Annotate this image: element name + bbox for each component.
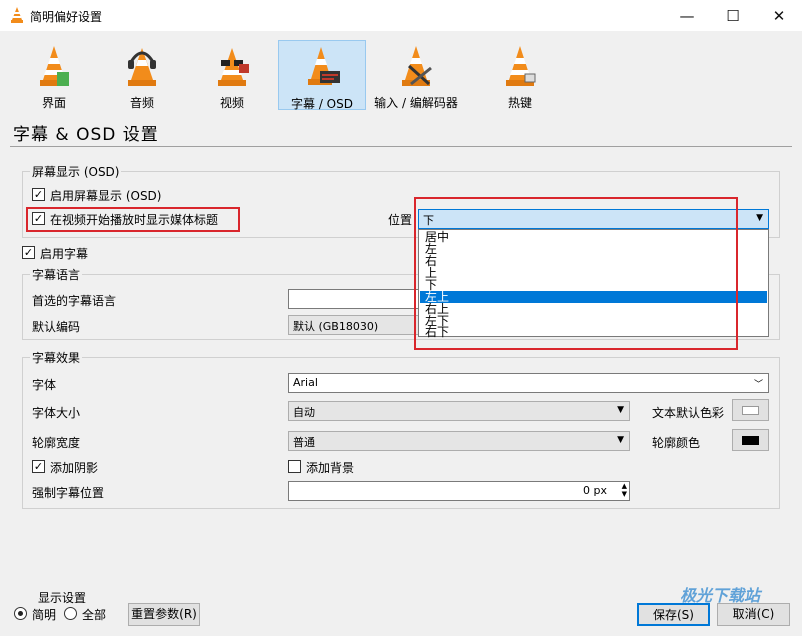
outline-color-label: 轮廓颜色 <box>652 436 701 450</box>
enable-subtitles-checkbox[interactable]: ✓ <box>22 246 35 259</box>
outline-width-value: 普通 <box>293 436 315 449</box>
cancel-button[interactable]: 取消(C) <box>717 603 790 626</box>
font-select-value: Arial <box>293 376 318 389</box>
all-mode-label: 全部 <box>82 608 107 622</box>
maximize-button[interactable]: ☐ <box>710 0 756 31</box>
outline-color-swatch <box>742 436 759 445</box>
title-bar: 简明偏好设置 — ☐ ✕ <box>0 0 802 31</box>
font-label: 字体 <box>32 378 57 392</box>
tab-subtitles-osd[interactable]: 字幕 / OSD <box>278 40 366 111</box>
tab-audio[interactable]: 音频 <box>98 40 186 110</box>
font-size-label: 字体大小 <box>32 406 81 420</box>
font-size-value: 自动 <box>293 406 315 419</box>
force-position-value: 0 px <box>583 484 607 497</box>
force-position-label: 强制字幕位置 <box>32 486 105 500</box>
subtitle-effects-legend: 字幕效果 <box>30 349 83 366</box>
outline-width-select[interactable]: 普通 ▼ <box>288 431 630 451</box>
outline-color-button[interactable] <box>732 429 769 451</box>
close-button[interactable]: ✕ <box>756 0 802 31</box>
chevron-down-icon: ▼ <box>617 435 624 445</box>
text-color-label: 文本默认色彩 <box>652 406 725 420</box>
add-background-label: 添加背景 <box>306 461 355 475</box>
simple-mode-radio[interactable] <box>14 607 27 620</box>
cone-interface-icon <box>40 46 69 86</box>
text-color-button[interactable] <box>732 399 769 421</box>
outline-width-label: 轮廓宽度 <box>32 436 81 450</box>
save-button[interactable]: 保存(S) <box>637 603 710 626</box>
page-title: 字幕 & OSD 设置 <box>13 125 159 145</box>
cone-hotkeys-icon <box>506 46 536 86</box>
chevron-down-icon: ▼ <box>617 405 624 415</box>
tab-label: 界面 <box>41 96 66 110</box>
minimize-button[interactable]: — <box>664 0 710 31</box>
default-encoding-label: 默认编码 <box>32 320 81 334</box>
chevron-down-icon: ﹀ <box>753 380 763 390</box>
osd-group-legend: 屏幕显示 (OSD) <box>30 163 122 180</box>
add-shadow-checkbox[interactable]: ✓ <box>32 460 45 473</box>
preferred-language-label: 首选的字幕语言 <box>32 294 117 308</box>
chevron-down-icon: ▼ <box>756 213 763 223</box>
cone-headphones-icon <box>128 48 156 86</box>
tab-label: 热键 <box>507 96 532 110</box>
tab-label: 输入 / 编解码器 <box>374 96 458 110</box>
show-title-checkbox[interactable]: ✓ <box>32 212 45 225</box>
simple-mode-label: 简明 <box>32 608 57 622</box>
watermark: 极光下载站 <box>680 586 761 605</box>
spin-arrows-icon[interactable]: ▲ ▼ <box>622 482 627 498</box>
reset-preferences-button[interactable]: 重置参数(R) <box>128 603 200 626</box>
add-shadow-label: 添加阴影 <box>50 461 99 475</box>
enable-subtitles-label: 启用字幕 <box>40 247 89 261</box>
enable-osd-label: 启用屏幕显示 (OSD) <box>50 189 162 203</box>
cone-subtitles-icon <box>308 47 340 85</box>
text-color-swatch <box>742 406 759 415</box>
default-encoding-value: 默认 (GB18030) <box>293 320 379 333</box>
tab-input-codecs[interactable]: 输入 / 编解码器 <box>368 40 464 110</box>
font-size-select[interactable]: 自动 ▼ <box>288 401 630 421</box>
tab-label: 字幕 / OSD <box>291 97 353 111</box>
all-mode-radio[interactable] <box>64 607 77 620</box>
tab-interface[interactable]: 界面 <box>10 40 98 110</box>
add-background-checkbox[interactable] <box>288 460 301 473</box>
window-title: 简明偏好设置 <box>30 10 103 24</box>
font-select[interactable]: Arial ﹀ <box>288 373 769 393</box>
cone-cables-icon <box>402 46 432 86</box>
display-settings-legend: 显示设置 <box>38 591 87 605</box>
tab-video[interactable]: 视频 <box>188 40 276 110</box>
highlight-box-position <box>414 197 738 350</box>
show-title-label: 在视频开始播放时显示媒体标题 <box>50 213 219 227</box>
force-position-spinbox[interactable]: 0 px ▲ ▼ <box>288 481 630 501</box>
tab-hotkeys[interactable]: 热键 <box>476 40 564 110</box>
heading-divider <box>10 146 792 147</box>
tab-label: 视频 <box>219 96 244 110</box>
vlc-app-icon <box>11 7 23 23</box>
position-label: 位置 <box>388 213 413 227</box>
subtitle-language-legend: 字幕语言 <box>30 266 83 283</box>
cone-glasses-icon <box>218 48 249 86</box>
enable-osd-checkbox[interactable]: ✓ <box>32 188 45 201</box>
tab-label: 音频 <box>129 96 154 110</box>
